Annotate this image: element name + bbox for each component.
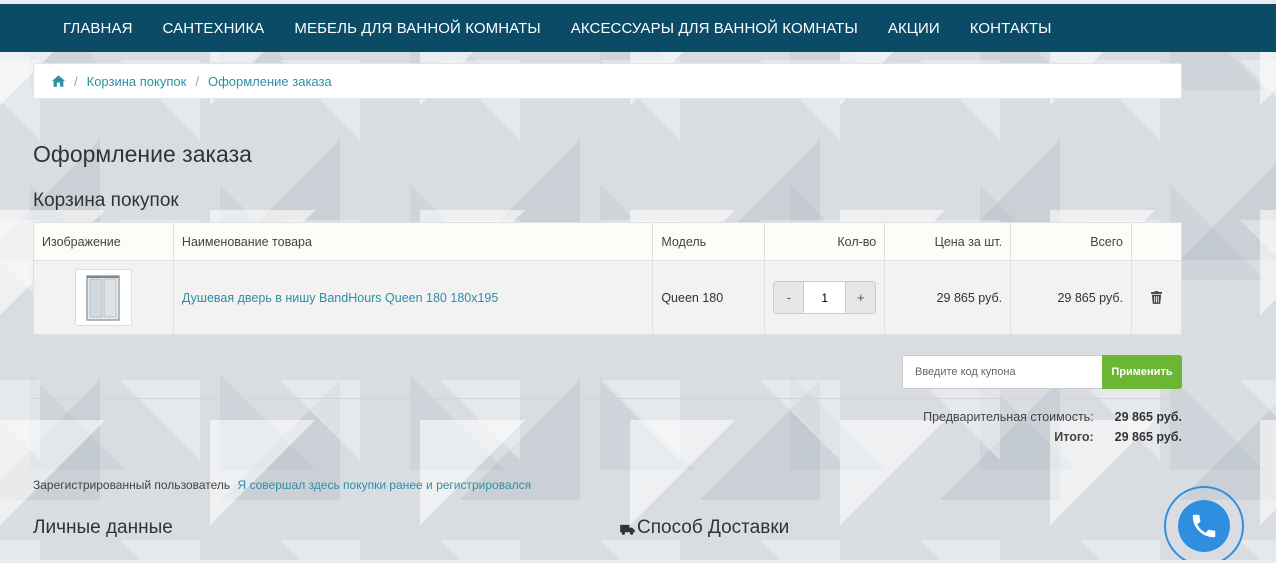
column-header-quantity: Кол-во — [764, 222, 886, 261]
subtotal-row: Предварительная стоимость: 29 865 руб. — [923, 407, 1182, 427]
total-row: Итого: 29 865 руб. — [923, 427, 1182, 447]
coupon-form: Применить — [902, 355, 1182, 389]
nav-item-promotions[interactable]: АКЦИИ — [873, 20, 955, 37]
column-header-image: Изображение — [33, 222, 174, 261]
table-header-row: Изображение Наименование товара Модель К… — [33, 222, 1182, 261]
table-row: Душевая дверь в нишу BandHours Queen 180… — [33, 260, 1182, 335]
breadcrumb-cart[interactable]: Корзина покупок — [87, 74, 187, 89]
apply-coupon-button[interactable]: Применить — [1102, 355, 1182, 389]
home-icon[interactable] — [52, 75, 65, 87]
delivery-method-label: Способ Доставки — [637, 517, 790, 538]
page-title: Оформление заказа — [33, 141, 252, 167]
product-model-cell: Queen 180 — [652, 260, 766, 335]
product-image-cell — [33, 260, 174, 335]
quantity-decrease-button[interactable]: - — [774, 282, 804, 313]
shower-door-image — [86, 274, 121, 321]
product-thumbnail[interactable] — [74, 269, 132, 326]
order-totals: Предварительная стоимость: 29 865 руб. И… — [923, 407, 1182, 447]
personal-data-title: Личные данные — [33, 517, 173, 538]
product-name-cell: Душевая дверь в нишу BandHours Queen 180… — [172, 260, 654, 335]
callback-button[interactable] — [1164, 486, 1244, 563]
nav-item-bathroom-furniture[interactable]: МЕБЕЛЬ ДЛЯ ВАННОЙ КОМНАТЫ — [279, 20, 555, 37]
subtotal-label: Предварительная стоимость: — [923, 410, 1094, 424]
cart-table: Изображение Наименование товара Модель К… — [33, 222, 1182, 335]
subtotal-value: 29 865 руб. — [1114, 410, 1182, 424]
column-header-name: Наименование товара — [172, 222, 654, 261]
coupon-input[interactable] — [902, 355, 1102, 389]
breadcrumb-separator: / — [74, 73, 78, 89]
login-link[interactable]: Я совершал здесь покупки ранее и регистр… — [238, 478, 532, 492]
breadcrumb-checkout[interactable]: Оформление заказа — [208, 74, 332, 89]
main-nav: ГЛАВНАЯ САНТЕХНИКА МЕБЕЛЬ ДЛЯ ВАННОЙ КОМ… — [0, 4, 1276, 52]
column-header-price: Цена за шт. — [884, 222, 1012, 261]
trash-icon[interactable] — [1140, 291, 1173, 304]
nav-item-home[interactable]: ГЛАВНАЯ — [48, 20, 148, 37]
row-total-cell: 29 865 руб. — [1010, 260, 1132, 335]
nav-item-plumbing[interactable]: САНТЕХНИКА — [148, 20, 280, 37]
truck-icon — [620, 521, 637, 535]
column-header-model: Модель — [652, 222, 766, 261]
phone-icon — [1178, 500, 1230, 552]
product-name-link[interactable]: Душевая дверь в нишу BandHours Queen 180… — [182, 291, 498, 305]
nav-item-contacts[interactable]: КОНТАКТЫ — [955, 20, 1067, 37]
quantity-stepper: - + — [773, 281, 877, 314]
quantity-cell: - + — [764, 260, 886, 335]
delivery-method-title: Способ Доставки — [620, 517, 789, 539]
column-header-total: Всего — [1010, 222, 1132, 261]
registered-user-note: Зарегистрированный пользователь Я соверш… — [33, 478, 531, 492]
cart-title: Корзина покупок — [33, 190, 179, 211]
remove-cell — [1131, 260, 1182, 335]
total-label: Итого: — [1054, 430, 1094, 444]
breadcrumb-separator: / — [195, 73, 199, 89]
registered-user-label: Зарегистрированный пользователь — [33, 478, 231, 492]
quantity-input[interactable] — [803, 282, 847, 313]
unit-price-cell: 29 865 руб. — [884, 260, 1012, 335]
total-value: 29 865 руб. — [1114, 430, 1182, 444]
nav-item-bathroom-accessories[interactable]: АКСЕССУАРЫ ДЛЯ ВАННОЙ КОМНАТЫ — [556, 20, 873, 37]
quantity-increase-button[interactable]: + — [846, 282, 876, 313]
column-header-remove — [1131, 222, 1182, 261]
divider — [33, 398, 1182, 399]
breadcrumb: / Корзина покупок / Оформление заказа — [33, 63, 1182, 99]
